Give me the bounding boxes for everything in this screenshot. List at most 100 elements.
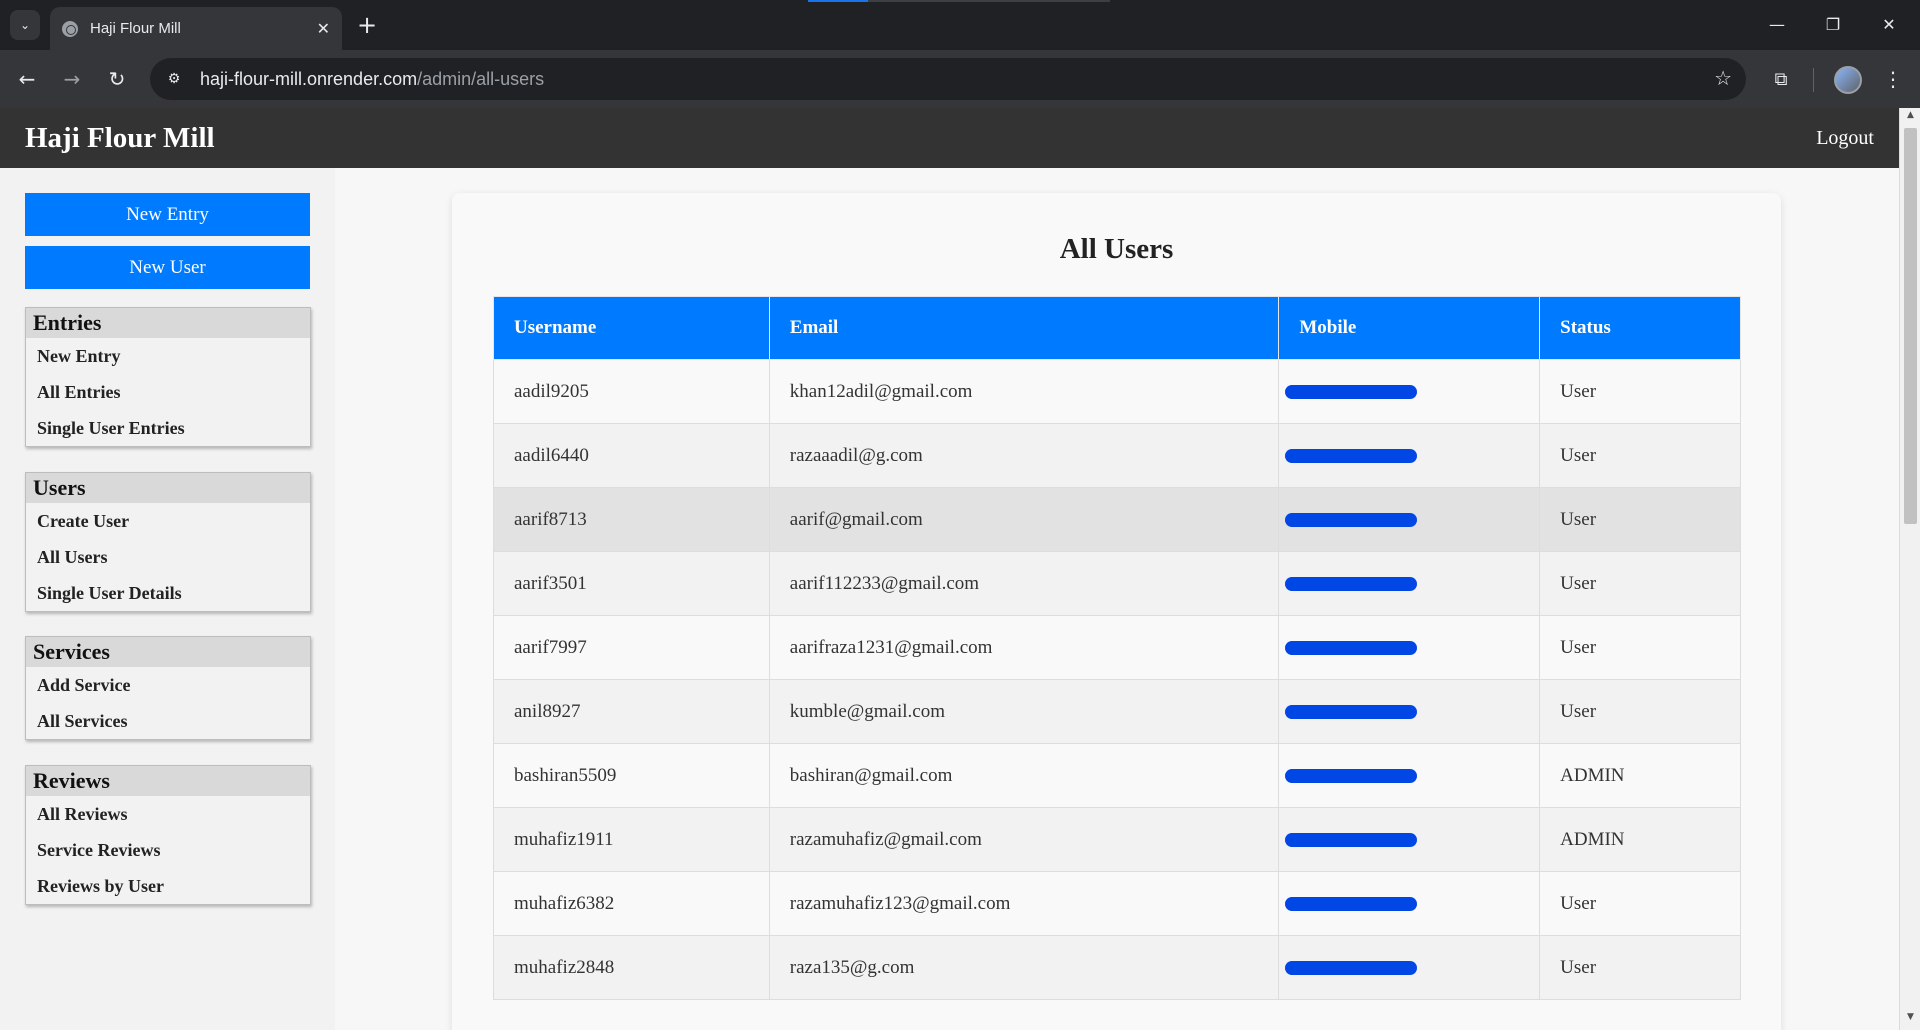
scroll-up-arrow-icon[interactable]: ▲ [1900,110,1920,126]
browser-tab[interactable]: Haji Flour Mill ✕ [50,7,342,50]
section-title: Entries [26,308,310,338]
table-row[interactable]: muhafiz2848 raza135@g.com User [493,935,1741,1000]
cell-mobile [1278,487,1541,552]
tab-search-icon[interactable]: ⌄ [10,10,40,40]
cell-status: User [1539,615,1741,680]
cell-email: razamuhafiz123@gmail.com [768,871,1280,936]
redacted-mobile [1285,577,1418,592]
table-row[interactable]: muhafiz1911 razamuhafiz@gmail.com ADMIN [493,807,1741,872]
cell-mobile [1278,615,1541,680]
table-row[interactable]: aadil6440 razaaadil@g.com User [493,423,1741,488]
browser-tab-bar: ⌄ Haji Flour Mill ✕ + — ❐ ✕ [0,0,1920,50]
table-row[interactable]: bashiran5509 bashiran@gmail.com ADMIN [493,743,1741,808]
reload-icon[interactable]: ↻ [100,62,134,96]
cell-username: muhafiz1911 [493,807,770,872]
sidebar-item-service-reviews[interactable]: Service Reviews [26,832,310,868]
cell-username: aarif8713 [493,487,770,552]
sidebar-item-all-entries[interactable]: All Entries [26,374,310,410]
address-bar[interactable]: ⚙ haji-flour-mill.onrender.com/admin/all… [150,58,1746,100]
profile-avatar[interactable] [1834,66,1862,94]
column-header-username: Username [493,296,770,360]
sidebar-item-all-services[interactable]: All Services [26,703,310,739]
browser-toolbar: ← → ↻ ⚙ haji-flour-mill.onrender.com/adm… [0,50,1920,108]
table-row[interactable]: aarif8713 aarif@gmail.com User [493,487,1741,552]
loading-indicator [808,0,1110,2]
cell-mobile [1278,743,1541,808]
cell-username: aadil9205 [493,359,770,424]
redacted-mobile [1285,961,1418,976]
cell-email: raza135@g.com [768,935,1280,1000]
scroll-down-arrow-icon[interactable]: ▼ [1900,1012,1920,1028]
redacted-mobile [1285,769,1418,784]
cell-username: bashiran5509 [493,743,770,808]
table-row[interactable]: aarif3501 aarif112233@gmail.com User [493,551,1741,616]
cell-mobile [1278,871,1541,936]
cell-username: aarif7997 [493,615,770,680]
cell-email: razamuhafiz@gmail.com [768,807,1280,872]
cell-status: User [1539,551,1741,616]
sidebar-item-new-entry[interactable]: New Entry [26,338,310,374]
close-window-icon[interactable]: ✕ [1864,6,1914,42]
forward-arrow-icon[interactable]: → [55,62,89,96]
sidebar-item-single-user-entries[interactable]: Single User Entries [26,410,310,446]
redacted-mobile [1285,705,1418,720]
cell-username: muhafiz2848 [493,935,770,1000]
cell-mobile [1278,679,1541,744]
sidebar-section-reviews: Reviews All Reviews Service Reviews Revi… [25,765,311,905]
new-entry-button[interactable]: New Entry [25,193,310,236]
cell-status: User [1539,423,1741,488]
cell-email: aarif@gmail.com [768,487,1280,552]
sidebar-item-single-user-details[interactable]: Single User Details [26,575,310,611]
section-title: Services [26,637,310,667]
new-user-button[interactable]: New User [25,246,310,289]
restore-icon[interactable]: ❐ [1808,6,1858,42]
sidebar-item-all-users[interactable]: All Users [26,539,310,575]
redacted-mobile [1285,513,1418,528]
extensions-icon[interactable]: ⧉ [1764,62,1798,96]
bookmark-star-icon[interactable]: ☆ [1714,66,1732,90]
sidebar-item-create-user[interactable]: Create User [26,503,310,539]
redacted-mobile [1285,641,1418,656]
new-tab-icon[interactable]: + [352,10,382,40]
table-row[interactable]: anil8927 kumble@gmail.com User [493,679,1741,744]
page-title: All Users [1059,233,1174,265]
cell-status: ADMIN [1539,807,1741,872]
cell-status: User [1539,935,1741,1000]
url-text[interactable]: haji-flour-mill.onrender.com/admin/all-u… [200,69,544,90]
sidebar-section-services: Services Add Service All Services [25,636,311,740]
scrollbar-thumb[interactable] [1904,128,1917,524]
sidebar-section-users: Users Create User All Users Single User … [25,472,311,612]
site-info-icon[interactable]: ⚙ [154,59,194,99]
cell-username: anil8927 [493,679,770,744]
cell-mobile [1278,551,1541,616]
toolbar-divider [1813,68,1814,92]
cell-email: aarif112233@gmail.com [768,551,1280,616]
column-header-status: Status [1539,296,1741,360]
column-header-email: Email [768,296,1280,360]
redacted-mobile [1285,897,1418,912]
cell-email: razaaadil@g.com [768,423,1280,488]
cell-status: User [1539,679,1741,744]
cell-email: bashiran@gmail.com [768,743,1280,808]
table-row[interactable]: aadil9205 khan12adil@gmail.com User [493,359,1741,424]
app-header: Haji Flour Mill Logout [0,108,1899,168]
sidebar-item-all-reviews[interactable]: All Reviews [26,796,310,832]
minimize-icon[interactable]: — [1752,6,1802,42]
back-arrow-icon[interactable]: ← [10,62,44,96]
table-row[interactable]: muhafiz6382 razamuhafiz123@gmail.com Use… [493,871,1741,936]
close-tab-icon[interactable]: ✕ [317,19,330,38]
sidebar-item-add-service[interactable]: Add Service [26,667,310,703]
sidebar-section-entries: Entries New Entry All Entries Single Use… [25,307,311,447]
cell-mobile [1278,423,1541,488]
cell-email: kumble@gmail.com [768,679,1280,744]
cell-mobile [1278,807,1541,872]
column-header-mobile: Mobile [1278,296,1541,360]
logout-link[interactable]: Logout [1816,127,1874,150]
sidebar: New Entry New User Entries New Entry All… [0,168,335,1030]
sidebar-item-reviews-by-user[interactable]: Reviews by User [26,868,310,904]
menu-dots-icon[interactable]: ⋮ [1876,62,1910,96]
cell-email: aarifraza1231@gmail.com [768,615,1280,680]
table-row[interactable]: aarif7997 aarifraza1231@gmail.com User [493,615,1741,680]
users-card: All Users Username Email Mobile Status a… [452,193,1781,1030]
page-scrollbar[interactable]: ▲ ▼ [1899,108,1920,1030]
